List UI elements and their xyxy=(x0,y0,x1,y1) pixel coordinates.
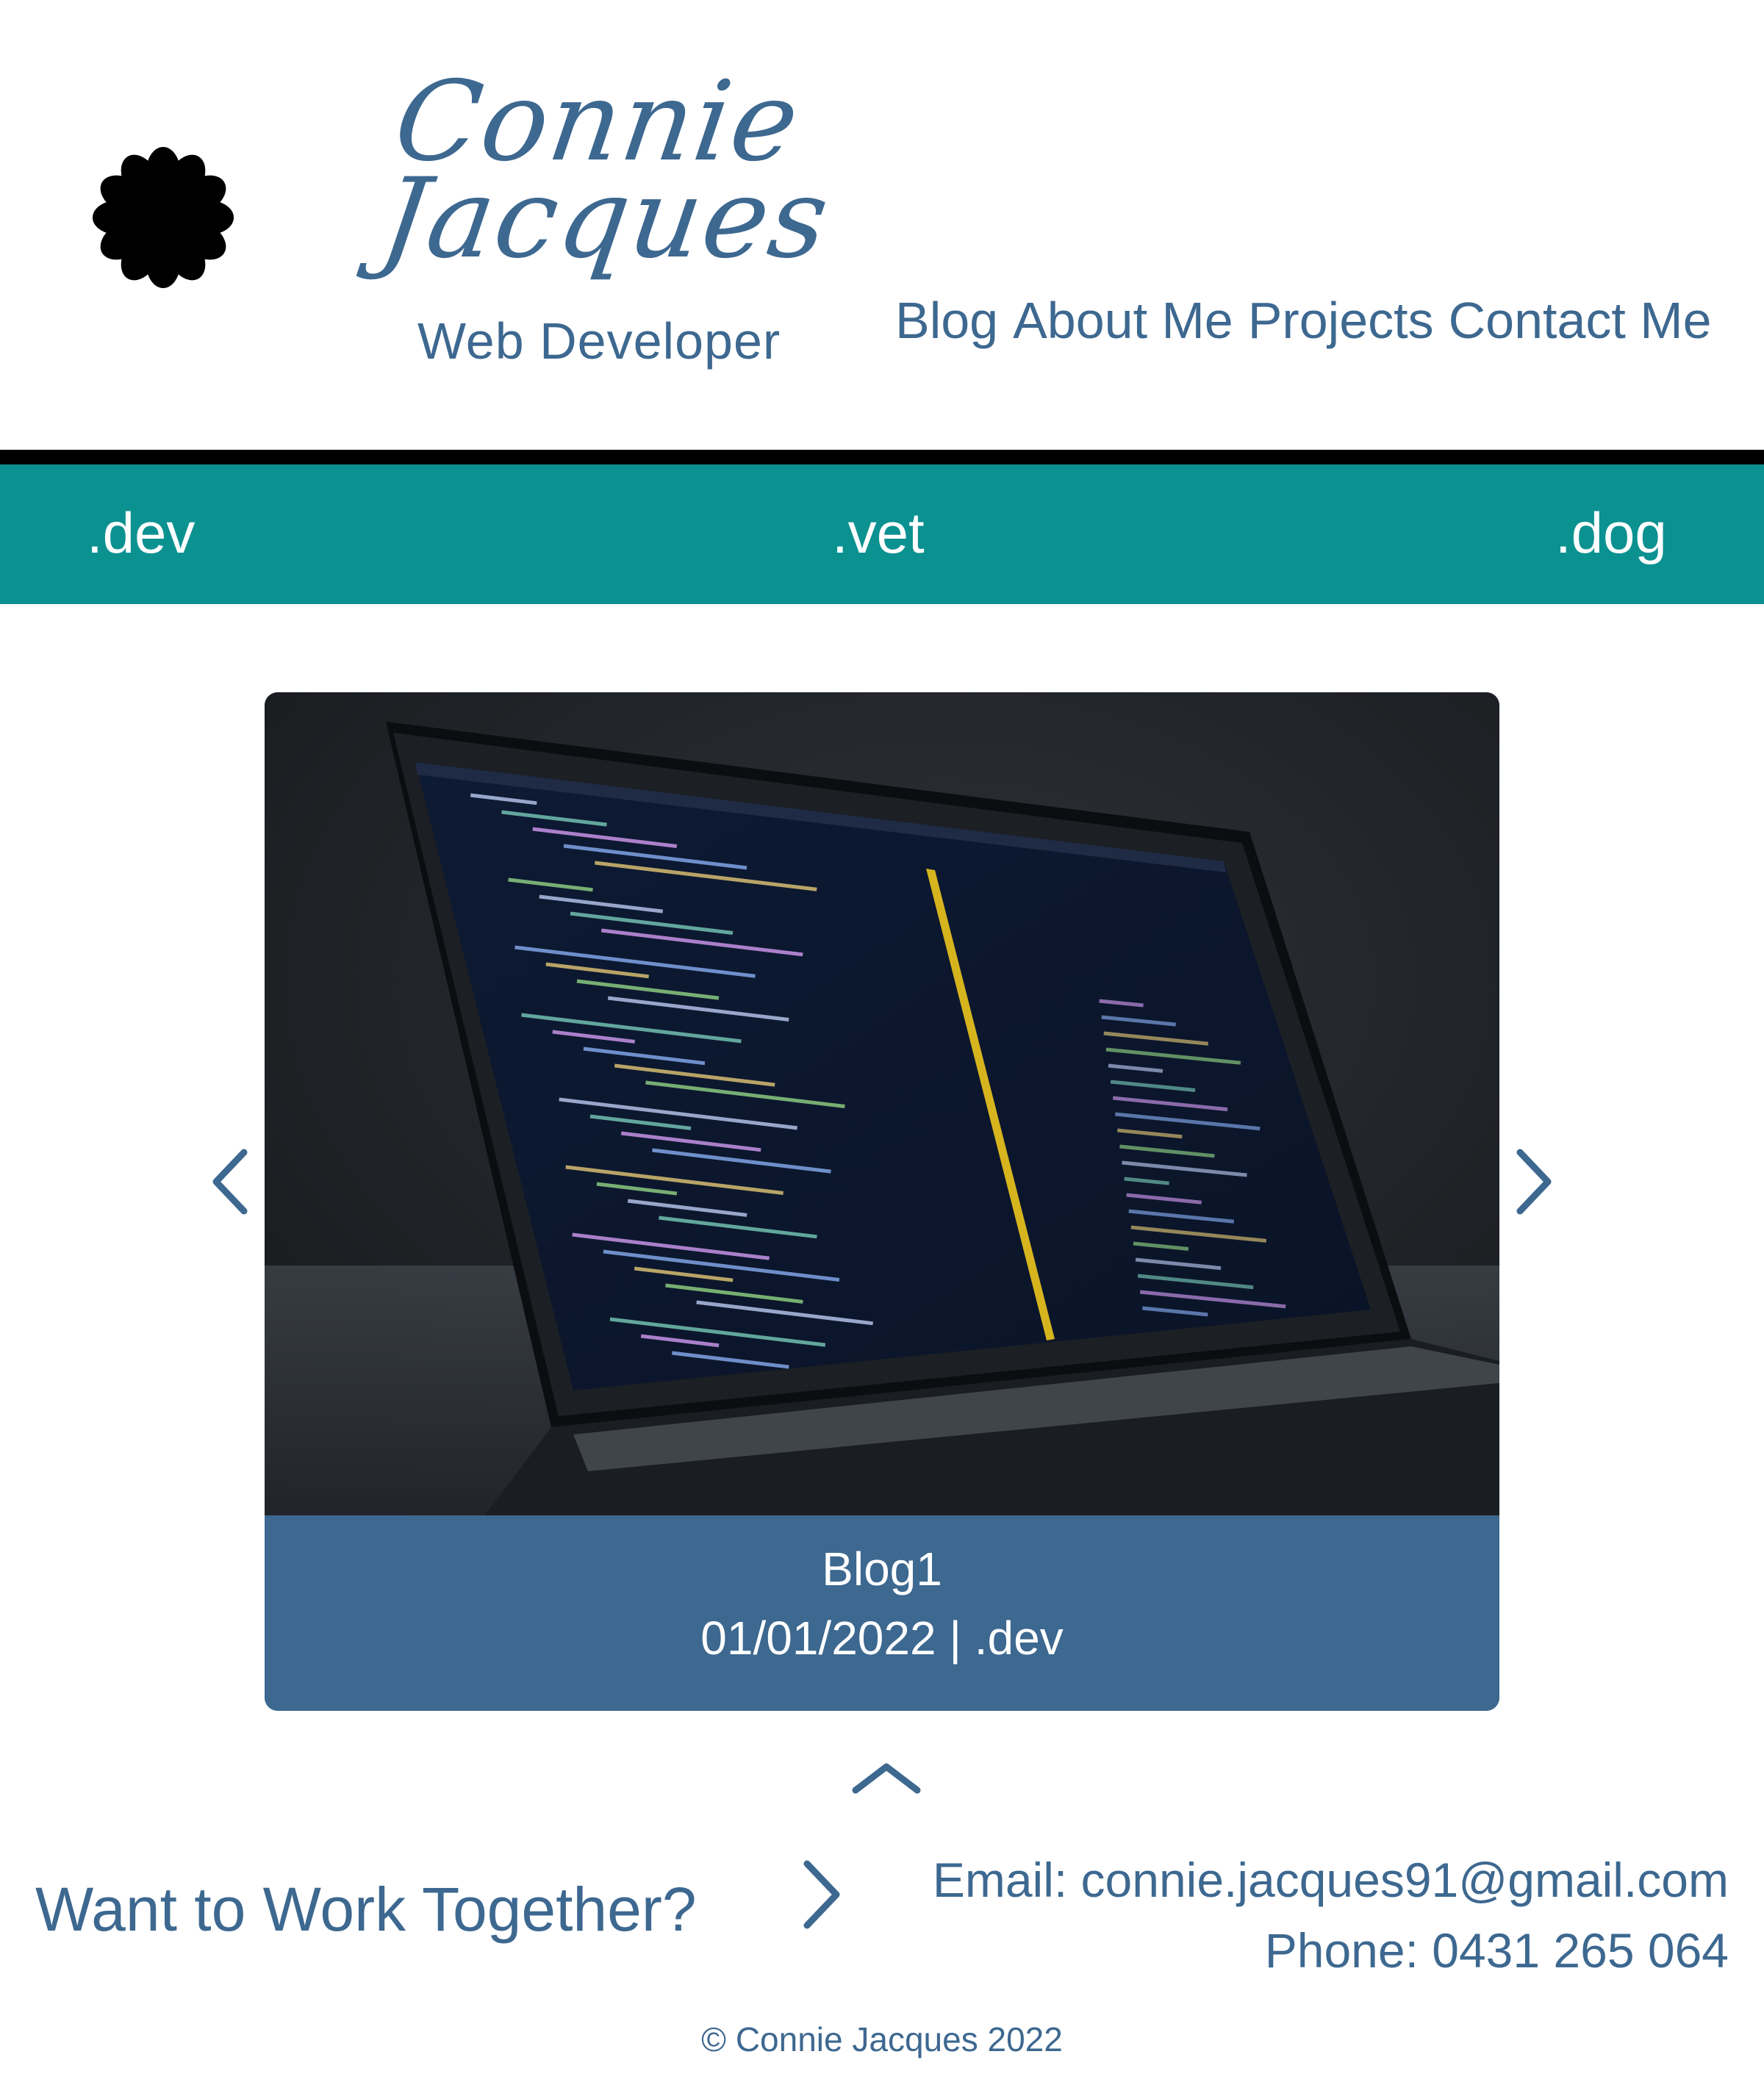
nav-about-me[interactable]: About Me xyxy=(1013,291,1233,350)
chevron-up-icon[interactable] xyxy=(851,1759,922,1796)
category-vet[interactable]: .vet xyxy=(832,500,925,567)
blog-cover-image xyxy=(265,692,1499,1515)
contact-details: Email: connie.jacques91@gmail.com Phone:… xyxy=(933,1845,1729,1986)
main-nav: Blog About Me Projects Contact Me xyxy=(895,291,1712,350)
chevron-right-icon[interactable] xyxy=(1511,1146,1558,1217)
blog-caption: Blog1 01/01/2022 | .dev xyxy=(265,1515,1499,1711)
brand-subtitle: Web Developer xyxy=(417,312,781,370)
blog-carousel-card[interactable]: Blog1 01/01/2022 | .dev xyxy=(265,692,1499,1711)
header-divider xyxy=(0,450,1764,464)
contact-phone[interactable]: Phone: 0431 265 064 xyxy=(933,1915,1729,1986)
nav-contact-me[interactable]: Contact Me xyxy=(1449,291,1712,350)
brand-name[interactable]: Connie Jacques xyxy=(373,58,844,283)
blog-title: Blog1 xyxy=(822,1543,942,1595)
chevron-left-icon[interactable] xyxy=(206,1146,253,1217)
contact-email[interactable]: Email: connie.jacques91@gmail.com xyxy=(933,1845,1729,1915)
chevron-right-icon[interactable] xyxy=(798,1858,845,1931)
nav-blog[interactable]: Blog xyxy=(895,291,998,350)
category-dog[interactable]: .dog xyxy=(1555,500,1667,567)
category-bar: .dev .vet .dog xyxy=(0,464,1764,604)
flower-logo-icon[interactable] xyxy=(91,146,235,290)
copyright: © Connie Jacques 2022 xyxy=(701,2020,1063,2058)
cta-heading: Want to Work Together? xyxy=(35,1875,697,1944)
nav-projects[interactable]: Projects xyxy=(1248,291,1434,350)
category-dev[interactable]: .dev xyxy=(87,500,195,567)
brand-last-name: Jacques xyxy=(373,155,837,283)
blog-meta: 01/01/2022 | .dev xyxy=(700,1612,1064,1665)
